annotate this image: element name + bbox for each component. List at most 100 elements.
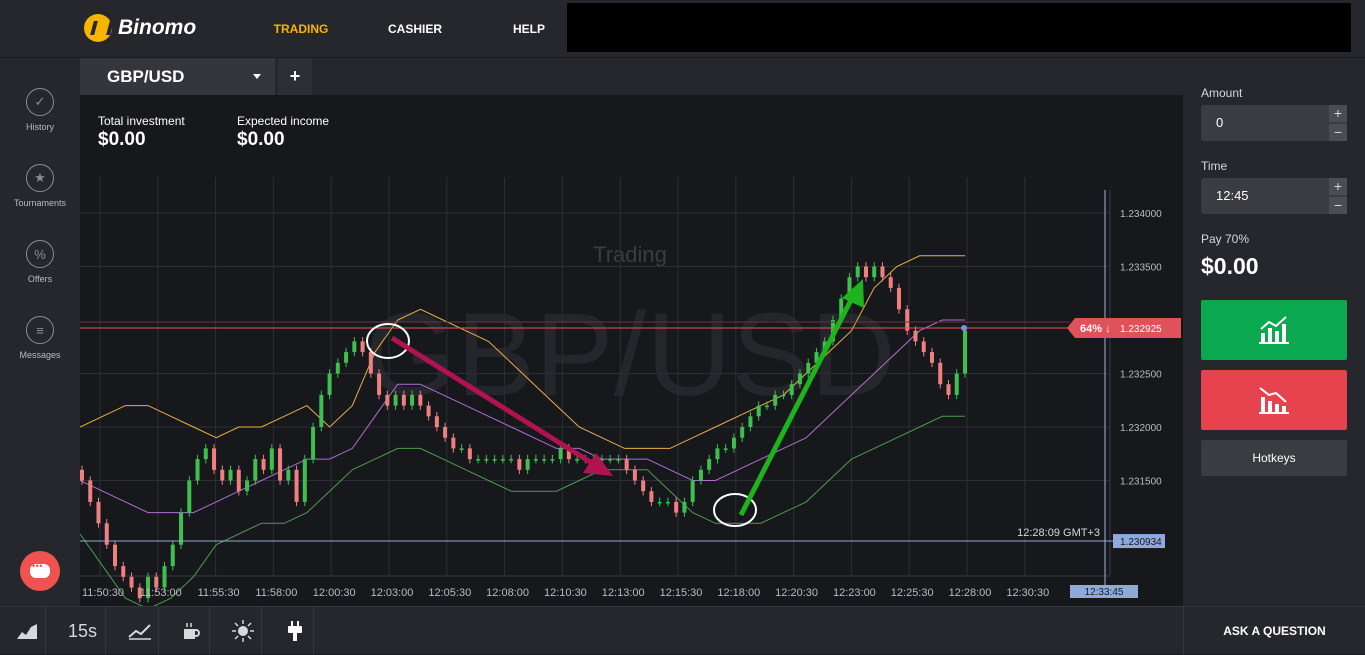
time-decrease-button[interactable]: − [1329, 197, 1347, 214]
candle-body [451, 437, 456, 449]
brand-name: Binomo [118, 16, 197, 39]
candle-body [286, 469, 291, 481]
candle-body [781, 394, 786, 397]
candle-body [649, 491, 654, 502]
candle-body [682, 501, 687, 513]
theme-button[interactable] [224, 607, 262, 655]
put-down-button[interactable] [1201, 370, 1347, 430]
add-asset-button[interactable]: + [278, 58, 312, 95]
amount-decrease-button[interactable]: − [1329, 124, 1347, 141]
candle-body [550, 459, 555, 461]
candle-body [377, 373, 382, 395]
candle-body [344, 352, 349, 363]
logo[interactable]: Binomo [84, 14, 196, 42]
interval-button[interactable]: 15s [60, 607, 106, 655]
sidebar-item-offers[interactable]: % Offers [0, 240, 80, 284]
ask-question-button[interactable]: ASK A QUESTION [1183, 607, 1365, 655]
sidebar-label: Tournaments [13, 198, 67, 208]
payout-value: $0.00 [1201, 253, 1259, 279]
connection-button[interactable] [276, 607, 314, 655]
sidebar-item-history[interactable]: ✓ History [0, 88, 80, 132]
top-bar: Binomo TRADING CASHIER HELP [0, 0, 1365, 58]
candle-body [476, 459, 481, 461]
candle-body [368, 352, 373, 374]
sidebar-label: History [25, 122, 54, 132]
candle-body [963, 330, 967, 374]
x-tick-label: 12:05:30 [428, 587, 471, 599]
down-arrow-head [583, 453, 613, 476]
trophy-icon: ★ [26, 164, 54, 192]
time-field[interactable]: 12:45 + − [1201, 178, 1347, 214]
asset-selector[interactable]: GBP/USD [80, 58, 275, 95]
candle-body [311, 427, 316, 460]
candle-body [484, 459, 489, 461]
x-tick-label: 11:53:00 [140, 587, 182, 599]
candle-body [938, 362, 943, 385]
sidebar-item-messages[interactable]: ≡ Messages [0, 316, 80, 360]
amount-field[interactable]: 0 + − [1201, 105, 1347, 141]
candle-body [690, 480, 695, 502]
lower-band-line [80, 415, 965, 606]
indicators-icon [127, 624, 151, 640]
sidebar-label: Offers [27, 274, 53, 284]
payout-label: Pay 70% [1201, 232, 1250, 246]
x-tick-label: 12:08:00 [486, 587, 529, 599]
candle-body [616, 459, 621, 461]
call-up-button[interactable] [1201, 300, 1347, 360]
candle-body [789, 384, 794, 395]
candle-body [434, 416, 439, 427]
candle-body [245, 480, 250, 492]
candle-body [500, 459, 505, 461]
x-tick-label: 12:28:00 [949, 587, 992, 599]
price-chart[interactable]: Trading GBP/USD 64% ↓ 1.2329251.23093412:… [80, 95, 1183, 606]
coffee-button[interactable] [172, 607, 210, 655]
chart-area[interactable]: Total investment $0.00 Expected income $… [80, 95, 1183, 606]
candle-body [360, 341, 365, 353]
bottom-toolbar: 15s ASK A QUESTION [0, 606, 1365, 655]
chat-button[interactable] [20, 551, 60, 591]
candle-body [608, 459, 613, 461]
candle-body [905, 309, 910, 331]
candle-body [665, 501, 670, 504]
nav-trading[interactable]: TRADING [244, 0, 358, 58]
current-price-label: 1.232925 [1120, 324, 1162, 335]
nav-cashier[interactable]: CASHIER [358, 0, 472, 58]
candle-body [492, 459, 497, 461]
binomo-logo-icon [84, 14, 112, 42]
candle-body [929, 352, 934, 363]
trend-up-icon [1259, 316, 1289, 344]
indicators-button[interactable] [121, 607, 159, 655]
candle-body [278, 448, 283, 481]
candle-body [162, 566, 167, 588]
area-chart-icon [16, 624, 37, 639]
candle-body [872, 266, 877, 278]
candle-body [731, 437, 736, 449]
candle-body [525, 459, 530, 470]
y-tick-label: 1.233500 [1120, 263, 1162, 274]
candle-body [657, 501, 662, 504]
chevron-down-icon [253, 74, 261, 79]
candle-body [467, 448, 472, 460]
amount-increase-button[interactable]: + [1329, 105, 1347, 122]
x-tick-label: 12:20:30 [775, 587, 818, 599]
area-chart-button[interactable] [8, 607, 46, 655]
hotkeys-button[interactable]: Hotkeys [1201, 440, 1347, 476]
time-increase-button[interactable]: + [1329, 178, 1347, 195]
redacted-banner [567, 3, 1351, 52]
x-tick-label: 12:10:30 [544, 587, 587, 599]
candle-body [715, 448, 720, 460]
sidebar-item-tournaments[interactable]: ★ Tournaments [0, 164, 80, 208]
candle-body [418, 394, 423, 406]
current-price-dot [961, 325, 967, 332]
y-tick-label: 1.234000 [1120, 209, 1162, 220]
candle-body [195, 459, 200, 481]
candle-body [269, 448, 274, 470]
candle-body [797, 373, 802, 385]
y-tick-label: 1.231500 [1120, 477, 1162, 488]
x-tick-label: 12:15:30 [660, 587, 703, 599]
amount-value: 0 [1216, 115, 1224, 130]
candle-body [80, 469, 84, 481]
x-tick-label: 12:13:00 [602, 587, 645, 599]
x-tick-label: 12:00:30 [313, 587, 356, 599]
candle-body [228, 469, 233, 481]
